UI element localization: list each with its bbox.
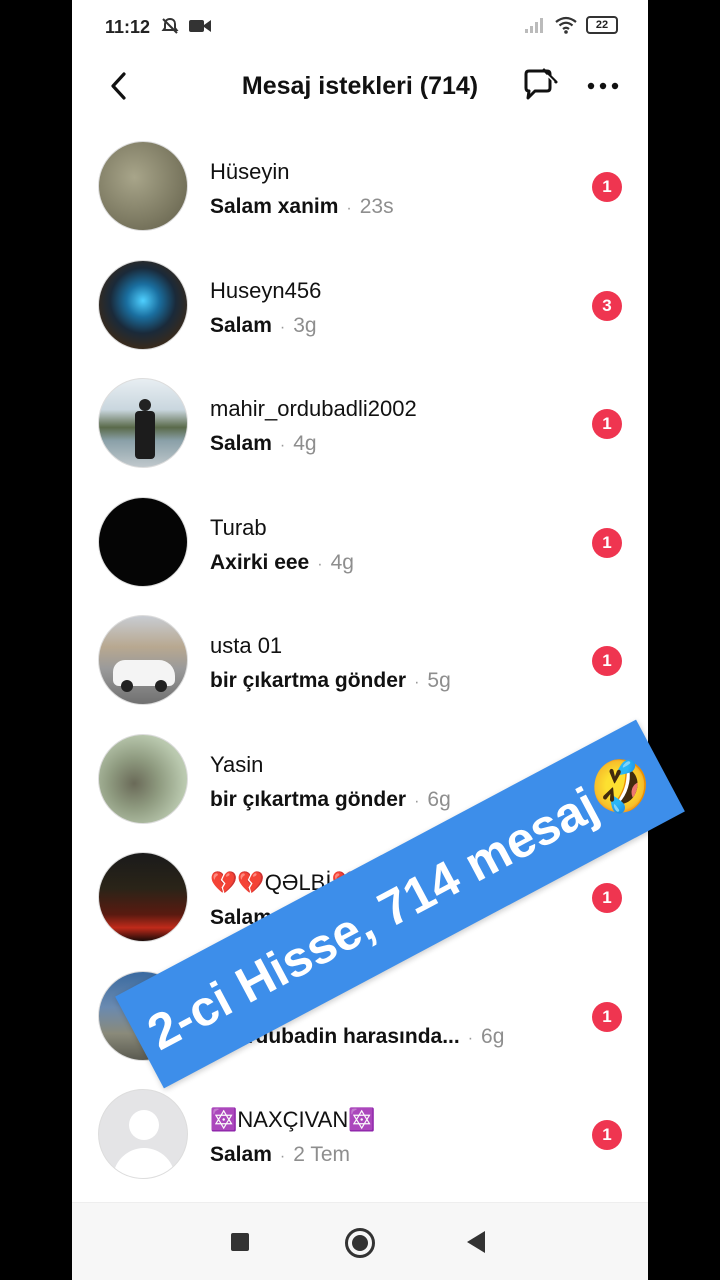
message-time: 23s bbox=[359, 195, 394, 218]
separator-dot: · bbox=[279, 1148, 286, 1165]
phone-screen: 11:12 22 Mesaj istekleri (714) Hüseyin S… bbox=[72, 0, 648, 1280]
request-row[interactable]: 🔯NAXÇIVAN🔯 Salam · 2 Tem 1 bbox=[72, 1075, 648, 1194]
avatar bbox=[98, 733, 188, 824]
unread-badge: 1 bbox=[592, 527, 622, 558]
separator-dot: · bbox=[279, 437, 286, 454]
unread-badge: 1 bbox=[592, 883, 622, 913]
message-time: 2 Tem bbox=[293, 1143, 351, 1166]
avatar bbox=[98, 378, 188, 468]
page-title: Mesaj istekleri (714) bbox=[241, 72, 479, 100]
video-camera-icon bbox=[189, 20, 211, 32]
request-row[interactable]: mahir_ordubadli2002 Salam · 4g 1 bbox=[72, 364, 648, 483]
request-row[interactable]: usta 01 bir çıkartma gönder · 5g 1 bbox=[72, 601, 648, 720]
request-name: Yasin bbox=[210, 751, 264, 777]
status-time: 11:12 bbox=[105, 17, 151, 37]
avatar bbox=[98, 1089, 188, 1179]
battery-icon: 22 bbox=[586, 16, 618, 34]
message-time: 3g bbox=[293, 313, 317, 337]
request-name: Huseyn456 bbox=[210, 277, 322, 303]
request-preview: Axirki eee · 4g bbox=[210, 551, 354, 575]
request-preview: bir çıkartma gönder · 5g bbox=[210, 669, 451, 693]
separator-dot: · bbox=[279, 318, 286, 336]
avatar bbox=[98, 496, 188, 587]
unread-badge: 1 bbox=[592, 172, 622, 202]
request-name: Hüseyin bbox=[210, 159, 290, 184]
message-time: 4g bbox=[293, 432, 317, 455]
request-preview: bir çıkartma gönder · 6g bbox=[210, 788, 451, 812]
unread-badge: 1 bbox=[592, 1120, 622, 1150]
separator-dot: · bbox=[346, 200, 352, 217]
avatar bbox=[98, 259, 188, 350]
status-icons-left bbox=[160, 16, 212, 36]
request-preview: Salam · 4g bbox=[210, 432, 317, 456]
avatar bbox=[98, 141, 188, 231]
request-preview: Salam · 3g bbox=[210, 314, 317, 338]
request-name: 🔯NAXÇIVAN🔯 bbox=[210, 1107, 376, 1132]
separator-dot: · bbox=[414, 674, 420, 691]
more-icon bbox=[587, 82, 619, 90]
request-row[interactable]: Hüseyin Salam xanim · 23s 1 bbox=[72, 127, 648, 246]
last-message: Salam bbox=[210, 1143, 272, 1166]
separator-dot: · bbox=[414, 792, 420, 810]
request-row[interactable]: Turab Axirki eee · 4g 1 bbox=[72, 483, 648, 602]
request-name: usta 01 bbox=[210, 633, 283, 658]
status-bar: 11:12 22 bbox=[72, 0, 648, 56]
last-message: bir çıkartma gönder bbox=[210, 669, 407, 692]
avatar bbox=[98, 615, 188, 705]
system-back-button[interactable] bbox=[467, 1231, 485, 1253]
last-message: Salam xanim bbox=[210, 195, 339, 218]
message-time: 4g bbox=[330, 550, 354, 574]
request-name: Turab bbox=[210, 514, 267, 540]
message-time: 5g bbox=[427, 669, 451, 692]
bell-muted-icon bbox=[161, 17, 179, 34]
unread-badge: 1 bbox=[592, 1001, 622, 1032]
last-message: Axirki eee bbox=[210, 550, 310, 574]
message-time: 6g bbox=[427, 787, 451, 811]
message-time: 6g bbox=[481, 1024, 505, 1048]
request-preview: Salam xanim · 23s bbox=[210, 195, 394, 219]
header: Mesaj istekleri (714) bbox=[72, 56, 648, 116]
unread-badge: 1 bbox=[592, 409, 622, 439]
filter-requests-button[interactable] bbox=[520, 66, 560, 106]
recent-apps-button[interactable] bbox=[231, 1233, 249, 1251]
system-nav-bar bbox=[72, 1202, 648, 1280]
wifi-icon bbox=[555, 16, 577, 34]
home-button[interactable] bbox=[345, 1228, 375, 1258]
last-message: Salam bbox=[210, 313, 272, 337]
separator-dot: · bbox=[467, 1029, 474, 1047]
avatar bbox=[98, 852, 188, 942]
unread-badge: 3 bbox=[592, 290, 622, 321]
request-name: mahir_ordubadli2002 bbox=[210, 396, 417, 421]
more-options-button[interactable] bbox=[584, 74, 622, 98]
message-filter-icon bbox=[524, 68, 558, 100]
last-message: Salam bbox=[210, 432, 272, 455]
separator-dot: · bbox=[317, 555, 323, 573]
status-icons-right: 22 bbox=[524, 16, 618, 34]
signal-icon bbox=[525, 18, 543, 33]
request-preview: Salam · 2 Tem bbox=[210, 1143, 350, 1167]
last-message: bir çıkartma gönder bbox=[210, 787, 407, 811]
unread-badge: 1 bbox=[592, 646, 622, 676]
request-row[interactable]: Huseyn456 Salam · 3g 3 bbox=[72, 246, 648, 365]
